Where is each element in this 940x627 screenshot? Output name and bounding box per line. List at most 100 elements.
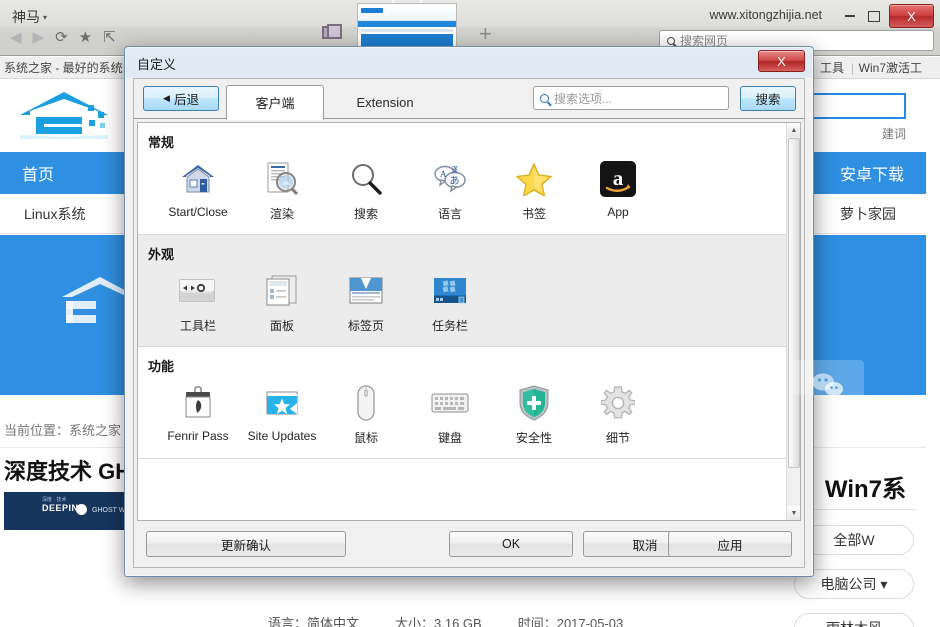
group-title: 外观 [148, 247, 175, 262]
group-grid: Fenrir Pass Site Updates 鼠标 键盘 安全性 细节 [138, 377, 786, 458]
share-icon[interactable]: ⇱ [103, 30, 116, 45]
wechat-qr-card[interactable]: 公众号 [790, 360, 864, 395]
tab-extension[interactable]: Extension [330, 85, 440, 119]
svg-text:あ: あ [450, 175, 460, 187]
apply-button[interactable]: 应用 [668, 531, 792, 557]
reload-icon[interactable]: ⟳ [55, 30, 68, 45]
favorite-star-icon[interactable]: ★ [79, 30, 92, 45]
star-icon [514, 159, 554, 199]
option-label: 标签页 [347, 319, 384, 333]
search-button[interactable]: 搜索 [740, 86, 796, 111]
option-render[interactable]: 渲染 [240, 159, 324, 222]
option-label: 面板 [269, 319, 294, 333]
svg-text:A: A [440, 169, 447, 179]
meta-language: 语言：简体中文 [268, 616, 360, 627]
group-title: 常规 [148, 135, 175, 150]
sidebar-pill-yulin[interactable]: 雨林木风 [794, 613, 914, 627]
dialog-button-row: 更新确认 OK 取消 应用 [137, 525, 801, 563]
render-page-icon [262, 159, 302, 199]
option-group-features: 功能 Fenrir Pass Site Updates 鼠标 键盘 安全性 细节 [138, 347, 786, 459]
search-icon [540, 93, 549, 103]
option-label: 工具栏 [179, 319, 216, 333]
scroll-down-icon[interactable]: ▼ [787, 506, 800, 520]
option-toolbar[interactable]: 工具栏 [156, 271, 240, 334]
option-fenrir-pass[interactable]: Fenrir Pass [156, 383, 240, 446]
option-search[interactable]: 搜索 [324, 159, 408, 222]
page-activate-link[interactable]: Win7激活工 [859, 59, 922, 76]
option-label: Site Updates [247, 429, 317, 443]
options-list: 常规 Start/Close 渲染 搜索 A あ 漢 语言 书签 a App 外… [138, 123, 786, 520]
update-confirm-button[interactable]: 更新确认 [146, 531, 346, 557]
tabs-icon [346, 271, 386, 311]
home-icon [178, 159, 218, 199]
toolbar-icon [178, 271, 218, 311]
customize-dialog: 自定义 X ◀ 后退 客户端 Extension 搜索选项... 搜索 常规 S… [124, 46, 814, 577]
dialog-body: ◀ 后退 客户端 Extension 搜索选项... 搜索 常规 Start/C… [133, 78, 805, 568]
option-label: 书签 [521, 207, 546, 221]
browser-nav-icons: ◀ ▶ ⟳ ★ ⇱ [10, 30, 116, 45]
option-label: 语言 [437, 207, 462, 221]
dialog-close-button[interactable]: X [758, 50, 805, 72]
nav-item-home[interactable]: 首页 [0, 161, 76, 185]
window-close-button[interactable]: X [889, 4, 934, 28]
option-mouse[interactable]: 鼠标 [324, 383, 408, 446]
group-grid: 工具栏 面板 标签页 任务栏 [138, 265, 786, 346]
option-language[interactable]: A あ 漢 语言 [408, 159, 492, 222]
option-label: App [607, 205, 629, 219]
forward-icon[interactable]: ▶ [33, 30, 45, 45]
minimize-icon[interactable] [841, 8, 859, 24]
back-button-label: 后退 [173, 93, 199, 107]
search-icon [667, 36, 675, 45]
option-security[interactable]: 安全性 [492, 383, 576, 446]
option-label: 键盘 [437, 431, 462, 445]
mouse-icon [346, 383, 386, 423]
option-start-close[interactable]: Start/Close [156, 159, 240, 222]
back-button[interactable]: ◀ 后退 [143, 86, 219, 111]
tab-overview-icon[interactable] [322, 24, 342, 39]
subnav-item-linux[interactable]: Linux系统 [0, 204, 109, 224]
thumb-head [358, 8, 456, 21]
wechat-icon [812, 373, 843, 395]
thumb-logo [361, 8, 383, 13]
thumb-row [361, 29, 453, 32]
tab-client[interactable]: 客户端 [226, 85, 324, 120]
chevron-down-icon: ▾ [43, 13, 48, 22]
option-group-appearance: 外观 工具栏 面板 标签页 任务栏 [138, 235, 786, 347]
article-title: 深度技术 GH [4, 459, 132, 484]
maximize-icon[interactable] [865, 8, 883, 24]
group-grid: Start/Close 渲染 搜索 A あ 漢 语言 书签 a App [138, 153, 786, 234]
options-scrollbar[interactable]: ▲ ▼ [786, 123, 800, 520]
thumb-dot-icon [76, 504, 87, 515]
page-tool-link[interactable]: 工具 [820, 59, 844, 76]
option-app[interactable]: a App [576, 159, 660, 222]
scrollbar-thumb[interactable] [788, 138, 800, 468]
site-search-hint: 建词 [881, 127, 906, 141]
option-panel[interactable]: 面板 [240, 271, 324, 334]
ok-button[interactable]: OK [449, 531, 573, 557]
screen: 系 XITONGZHIJIA XITONGZHIJIA.NET 建词 首页 安卓… [0, 0, 940, 627]
option-details[interactable]: 细节 [576, 383, 660, 446]
options-scroll-area: 常规 Start/Close 渲染 搜索 A あ 漢 语言 书签 a App 外… [137, 122, 801, 521]
option-label: 渲染 [269, 207, 294, 221]
url-label: www.xitongzhijia.net [709, 8, 822, 22]
options-search-input[interactable]: 搜索选项... [533, 86, 729, 110]
thumb-brand: DEEPIN [42, 503, 79, 513]
option-keyboard[interactable]: 键盘 [408, 383, 492, 446]
browser-brand[interactable]: 神马 ▾ [12, 7, 47, 27]
new-tab-icon[interactable]: + [479, 23, 492, 45]
tab-thumbnail[interactable] [357, 3, 457, 47]
meta-size: 大小：3.16 GB [395, 616, 482, 627]
nav-item-android-download[interactable]: 安卓下载 [840, 152, 926, 194]
page-tab-title[interactable]: 系统之家 - 最好的系统 [0, 59, 123, 76]
subnav-item-luobo[interactable]: 萝卜家园 [840, 204, 896, 224]
option-label: 搜索 [353, 207, 378, 221]
option-bookmarks[interactable]: 书签 [492, 159, 576, 222]
svg-text:漢: 漢 [451, 165, 458, 174]
option-tabs[interactable]: 标签页 [324, 271, 408, 334]
back-icon[interactable]: ◀ [10, 30, 22, 45]
option-site-updates[interactable]: Site Updates [240, 383, 324, 446]
scroll-up-icon[interactable]: ▲ [787, 123, 800, 137]
option-taskbar[interactable]: 任务栏 [408, 271, 492, 334]
option-label: 细节 [605, 431, 630, 445]
options-search-placeholder: 搜索选项... [554, 91, 613, 106]
